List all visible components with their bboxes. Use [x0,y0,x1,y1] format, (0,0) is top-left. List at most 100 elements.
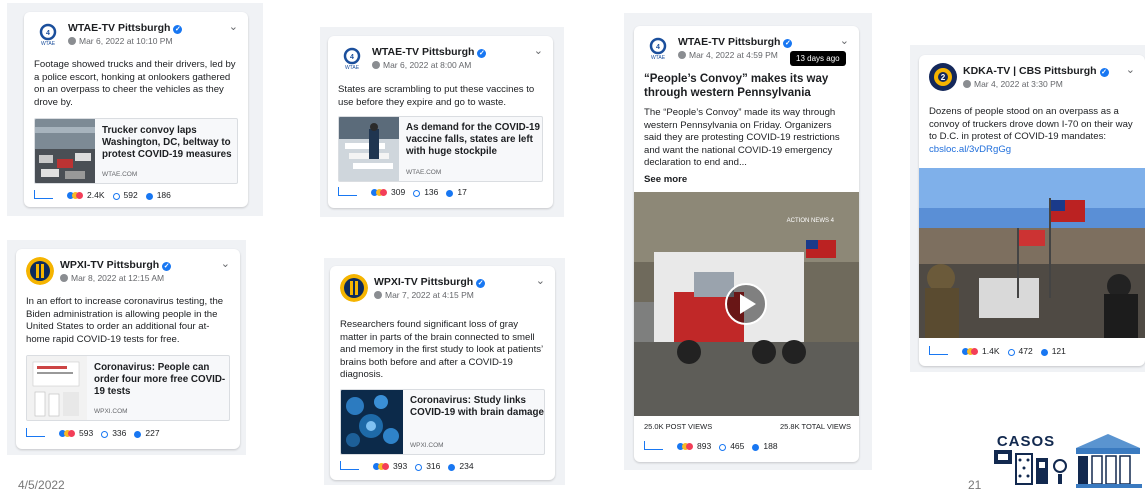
link-thumbnail [341,390,403,454]
globe-icon [372,61,380,69]
svg-text:CASOS: CASOS [997,433,1055,450]
verified-badge-icon: ✓ [1099,68,1109,77]
wtae-logo-icon[interactable]: 4 WTAE [34,20,62,48]
link-domain: WPXI.COM [410,442,444,449]
sparkline-icon [338,187,357,196]
svg-text:4: 4 [656,44,660,51]
post-header: 4 WTAE WTAE-TV Pittsburgh ✓ Mar 6, 2022 at… [338,44,543,74]
comments-count[interactable]: 465 [730,441,744,451]
post-date[interactable]: Mar 6, 2022 at 8:00 AM [372,60,471,70]
link-preview[interactable]: Coronavirus: People can order four more … [26,355,230,421]
page-name[interactable]: WTAE-TV Pittsburgh ✓ [372,46,487,58]
comments-count[interactable]: 316 [426,461,440,471]
chevron-down-icon[interactable]: ⌄ [1126,63,1135,76]
link-domain: WTAE.COM [102,171,138,178]
video-player[interactable]: ACTION NEWS 4 [634,192,859,416]
link-title: Coronavirus: Study links COVID-19 with b… [410,395,544,419]
link-preview[interactable]: As demand for the COVID-19 vaccine falls… [338,116,543,182]
comments-count[interactable]: 336 [112,428,126,438]
shares-count[interactable]: 234 [459,461,473,471]
post-link[interactable]: cbsloc.al/3vDRgGg [929,144,1011,155]
link-preview[interactable]: Coronavirus: Study links COVID-19 with b… [340,389,545,455]
post-date[interactable]: Mar 4, 2022 at 4:59 PM [678,50,778,60]
wpxi-logo-icon[interactable] [340,274,368,302]
love-reaction-icon [971,348,978,355]
link-preview[interactable]: Trucker convoy laps Washington, DC, belt… [34,118,238,184]
comments-count[interactable]: 592 [124,190,138,200]
total-views: 25.8K TOTAL VIEWS [779,422,851,431]
shares-count[interactable]: 188 [763,441,777,451]
post-text: Footage showed trucks and their drivers,… [34,59,236,108]
share-icon [446,190,454,197]
link-title: As demand for the COVID-19 vaccine falls… [406,122,540,158]
wtae-logo-icon[interactable]: 4 WTAE [644,34,672,62]
chevron-down-icon[interactable]: ⌄ [221,257,230,270]
verified-badge-icon: ✓ [476,279,486,288]
play-icon[interactable] [726,284,766,324]
post-date[interactable]: Mar 7, 2022 at 4:15 PM [374,290,474,300]
engagement-stats: 593 336 227 [26,428,230,442]
shares-count[interactable]: 227 [145,428,159,438]
post-date[interactable]: Mar 4, 2022 at 3:30 PM [963,79,1063,89]
reactions-count[interactable]: 1.4K [982,346,1000,356]
svg-text:4: 4 [350,54,354,61]
post-body: Dozens of people stood on an overpass as… [929,106,1133,143]
post-text: In an effort to increase coronavirus tes… [26,296,224,345]
link-thumbnail [27,356,87,420]
chevron-down-icon[interactable]: ⌄ [536,274,545,287]
comments-count[interactable]: 472 [1019,346,1033,356]
page-name[interactable]: WTAE-TV Pittsburgh ✓ [68,22,183,34]
reactions-count[interactable]: 309 [391,187,405,197]
post-header: WPXI-TV Pittsburgh ✓ Mar 8, 2022 at 12:15… [26,257,230,287]
kdka-logo-icon[interactable]: 2 [929,63,957,91]
comment-icon [415,464,423,471]
link-domain: WPXI.COM [94,408,128,415]
reactions-count[interactable]: 393 [393,461,407,471]
share-icon [134,431,142,438]
globe-icon [678,51,686,59]
shares-count[interactable]: 186 [157,190,171,200]
svg-text:4: 4 [46,30,50,37]
reactions-count[interactable]: 893 [697,441,711,451]
post-header: 4 WTAE WTAE-TV Pittsburgh ✓ Mar 6, 2022 at… [34,20,238,50]
verified-badge-icon: ✓ [783,39,793,48]
comments-count[interactable]: 136 [424,187,438,197]
share-icon [1040,349,1048,356]
engagement-stats: 309 136 17 [338,187,543,201]
page-name[interactable]: WPXI-TV Pittsburgh ✓ [60,259,172,271]
reactions-count[interactable]: 593 [79,428,93,438]
post-card: 4 WTAE WTAE-TV Pittsburgh ✓ Mar 6, 2022 at… [328,36,553,208]
post-text: States are scrambling to put these vacci… [338,84,535,108]
chevron-down-icon[interactable]: ⌄ [534,44,543,57]
svg-text:2: 2 [941,73,946,82]
engagement-stats: 2.4K 592 186 [34,190,238,204]
chevron-down-icon[interactable]: ⌄ [840,34,849,47]
reactions-count[interactable]: 2.4K [87,190,105,200]
link-title: Trucker convoy laps Washington, DC, belt… [102,125,232,161]
page-name[interactable]: WPXI-TV Pittsburgh ✓ [374,276,486,288]
globe-icon [374,291,382,299]
sparkline-icon [26,428,45,437]
shares-count[interactable]: 121 [1052,346,1066,356]
globe-icon [963,80,971,88]
page-name[interactable]: WTAE-TV Pittsburgh ✓ [678,36,793,48]
post-card: 4 WTAE WTAE-TV Pittsburgh ✓ Mar 6, 2022 at… [24,12,248,207]
wtae-logo-icon[interactable]: 4 WTAE [338,44,366,72]
love-reaction-icon [686,443,693,450]
post-text: Dozens of people stood on an overpass as… [929,106,1135,156]
slide-date: 4/5/2022 [18,478,65,492]
shares-count[interactable]: 17 [457,187,466,197]
date-tooltip: 13 days ago [790,51,846,66]
see-more-link[interactable]: See more [644,174,687,185]
post-date[interactable]: Mar 6, 2022 at 10:10 PM [68,36,173,46]
post-card: WPXI-TV Pittsburgh ✓ Mar 8, 2022 at 12:15… [16,249,240,449]
link-thumbnail [339,117,399,181]
post-date[interactable]: Mar 8, 2022 at 12:15 AM [60,273,164,283]
post-image [919,168,1145,338]
post-text: The “People’s Convoy” made its way throu… [644,107,840,169]
comment-icon [112,193,120,200]
chevron-down-icon[interactable]: ⌄ [229,20,238,33]
globe-icon [60,274,68,282]
page-name[interactable]: KDKA-TV | CBS Pittsburgh ✓ [963,65,1109,77]
wpxi-logo-icon[interactable] [26,257,54,285]
